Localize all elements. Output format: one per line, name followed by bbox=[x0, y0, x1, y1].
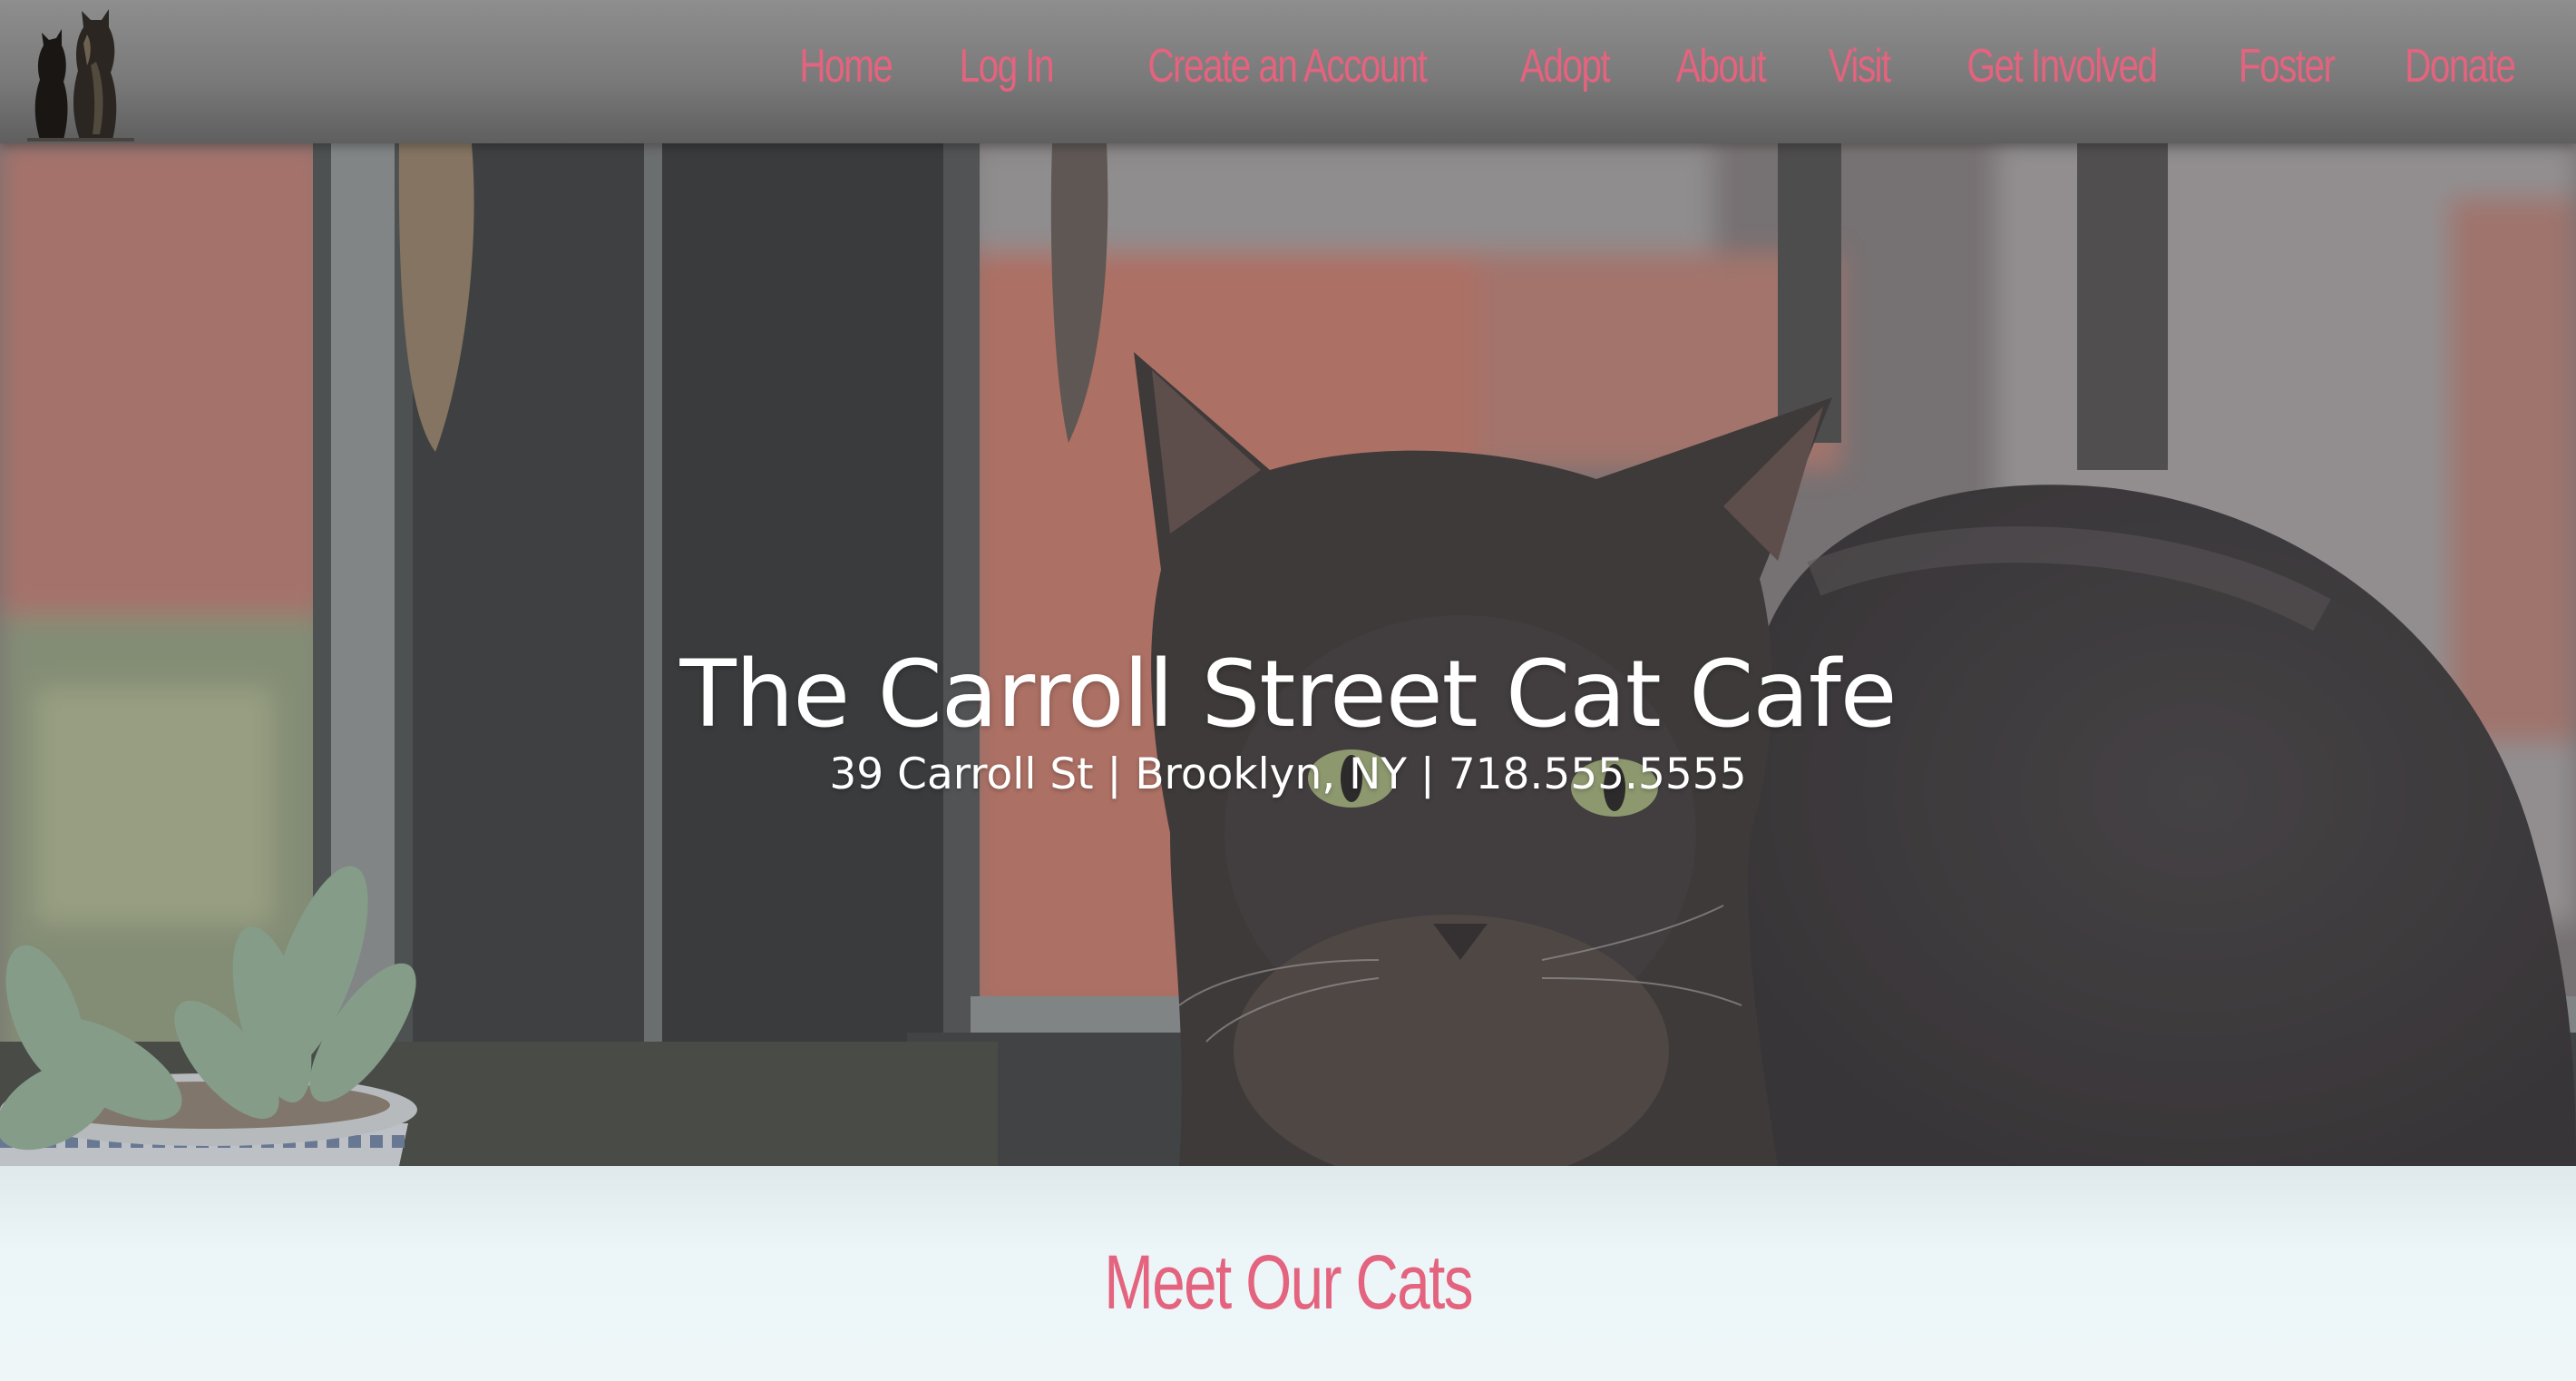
nav-donate[interactable]: Donate bbox=[2405, 39, 2516, 93]
hero-banner: The Carroll Street Cat Cafe 39 Carroll S… bbox=[0, 143, 2576, 1166]
meet-our-cats-section: Meet Our Cats bbox=[0, 1166, 2576, 1381]
section-title: Meet Our Cats bbox=[1104, 1239, 1473, 1325]
nav-get-involved[interactable]: Get Involved bbox=[1966, 39, 2158, 93]
main-nav: Home Log In Create an Account Adopt Abou… bbox=[786, 0, 2531, 132]
nav-adopt[interactable]: Adopt bbox=[1520, 39, 1611, 93]
hero-subtitle: 39 Carroll St | Brooklyn, NY | 718.555.5… bbox=[829, 749, 1747, 799]
site-logo[interactable] bbox=[27, 7, 134, 142]
nav-log-in[interactable]: Log In bbox=[960, 39, 1055, 93]
nav-create-account[interactable]: Create an Account bbox=[1147, 39, 1428, 93]
hero-title: The Carroll Street Cat Cafe bbox=[679, 641, 1897, 749]
nav-about[interactable]: About bbox=[1676, 39, 1767, 93]
nav-visit[interactable]: Visit bbox=[1828, 39, 1891, 93]
nav-home[interactable]: Home bbox=[799, 39, 893, 93]
nav-foster[interactable]: Foster bbox=[2239, 39, 2336, 93]
two-cats-silhouette-icon bbox=[27, 9, 134, 142]
site-header: Home Log In Create an Account Adopt Abou… bbox=[0, 0, 2576, 143]
